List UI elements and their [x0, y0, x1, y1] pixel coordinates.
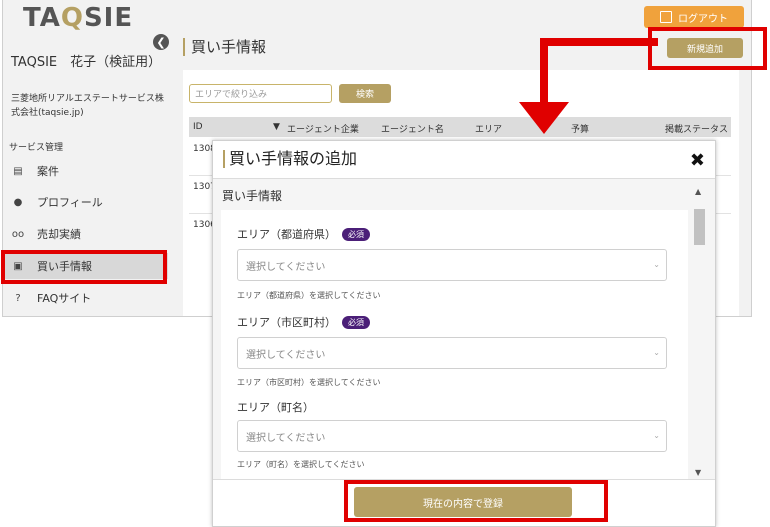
search-button[interactable]: 検索 — [339, 84, 391, 103]
people-icon: oo — [11, 228, 25, 240]
logout-button[interactable]: ログアウト — [644, 6, 744, 28]
column-header-agent-name[interactable]: エージェント名 — [381, 122, 444, 135]
town-help-text: エリア（町名）を選択してください — [237, 460, 365, 469]
prefecture-select[interactable]: 選択してください ⌄ — [237, 249, 667, 281]
sidebar-item-label: FAQサイト — [37, 292, 92, 305]
company-name: 三菱地所リアルエステートサービス株式会社(taqsie.jp) — [11, 94, 164, 118]
add-buyer-modal: 買い手情報の追加 ✖ 買い手情報 エリア（都道府県） 必須 選択してください ⌄… — [212, 140, 716, 527]
chevron-down-icon: ⌄ — [653, 348, 660, 357]
area-search-input[interactable]: エリアで絞り込み — [189, 84, 332, 103]
required-badge: 必須 — [342, 227, 370, 241]
annotation-arrow-head — [519, 102, 569, 134]
modal-section-title: 買い手情報 — [222, 189, 283, 203]
column-header-budget[interactable]: 予算 — [571, 122, 589, 135]
close-icon[interactable]: ✖ — [690, 150, 705, 171]
prefecture-help-text: エリア（都道府県）を選択してください — [237, 291, 381, 300]
chevron-down-icon: ⌄ — [653, 431, 660, 440]
city-help-text: エリア（市区町村）を選択してください — [237, 378, 381, 387]
form-card: エリア（都道府県） 必須 選択してください ⌄ エリア（都道府県）を選択してくだ… — [221, 210, 688, 479]
column-header-agent-company[interactable]: エージェント企業 — [287, 122, 359, 135]
sidebar-item-profile[interactable]: ● プロフィール — [3, 189, 168, 215]
list-icon: ▤ — [13, 165, 23, 177]
highlight-submit-button — [344, 480, 608, 522]
user-name: TAQSIE 花子（検証用） — [11, 55, 162, 70]
town-select[interactable]: 選択してください ⌄ — [237, 420, 667, 452]
logout-label: ログアウト — [678, 13, 728, 25]
highlight-new-add-button — [648, 27, 767, 70]
page-title: 買い手情報 — [183, 38, 266, 56]
sort-desc-icon[interactable]: ▼ — [273, 122, 280, 132]
sidebar-item-cases[interactable]: ▤ 案件 — [3, 158, 168, 184]
column-header-area[interactable]: エリア — [475, 122, 502, 135]
sidebar-item-label: 案件 — [37, 165, 59, 178]
modal-body: 買い手情報 エリア（都道府県） 必須 選択してください ⌄ エリア（都道府県）を… — [213, 179, 715, 479]
annotation-arrow-vertical — [540, 38, 548, 104]
modal-scrollbar[interactable]: ▲ ▼ — [693, 187, 705, 477]
person-icon: ● — [13, 196, 23, 208]
logout-icon — [660, 11, 672, 23]
taqsie-logo[interactable]: TAQSIE — [23, 3, 133, 33]
required-badge: 必須 — [342, 315, 370, 329]
scroll-down-icon[interactable]: ▼ — [695, 468, 701, 477]
scroll-thumb[interactable] — [694, 209, 705, 245]
scroll-up-icon[interactable]: ▲ — [695, 187, 701, 196]
city-field-label: エリア（市区町村） 必須 — [237, 314, 370, 330]
chevron-down-icon: ⌄ — [653, 260, 660, 269]
sidebar-item-label: プロフィール — [37, 196, 103, 209]
sidebar-item-sales-results[interactable]: oo 売却実績 — [3, 221, 168, 247]
sidebar-item-faq[interactable]: ? FAQサイト — [3, 285, 168, 311]
city-select[interactable]: 選択してください ⌄ — [237, 337, 667, 369]
sidebar-section-label: サービス管理 — [9, 143, 64, 153]
highlight-buyer-info-nav — [1, 250, 167, 284]
table-header: ID ▼ エージェント企業 エージェント名 エリア 予算 掲載ステータス — [189, 117, 731, 137]
column-header-id[interactable]: ID — [193, 122, 203, 132]
town-field-label: エリア（町名） — [237, 401, 314, 414]
sidebar-item-label: 売却実績 — [37, 228, 81, 241]
modal-title: 買い手情報の追加 — [223, 150, 357, 168]
annotation-arrow-horizontal — [540, 38, 658, 46]
prefecture-field-label: エリア（都道府県） 必須 — [237, 226, 370, 242]
column-header-status[interactable]: 掲載ステータス — [665, 122, 728, 135]
sidebar-collapse-icon[interactable]: ❮ — [153, 34, 169, 50]
question-icon: ? — [15, 292, 21, 304]
